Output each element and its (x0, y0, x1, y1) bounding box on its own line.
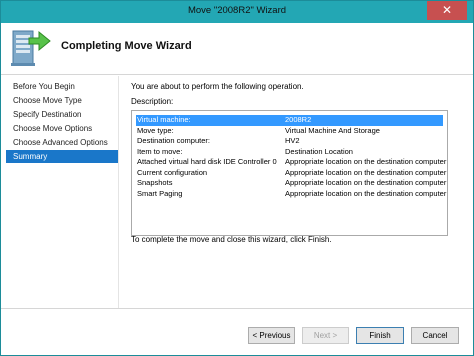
row-key: Item to move: (137, 146, 183, 156)
description-row[interactable]: Smart Paging Appropriate location on the… (136, 188, 447, 200)
step-before-you-begin[interactable]: Before You Begin (6, 80, 118, 93)
steps-nav: Before You Begin Choose Move Type Specif… (1, 76, 118, 308)
description-row[interactable]: Current configuration Appropriate locati… (136, 167, 447, 179)
wizard-header: Completing Move Wizard (1, 23, 473, 75)
description-label: Description: (131, 97, 174, 106)
row-value: Appropriate location on the destination … (285, 157, 447, 166)
description-row[interactable]: Snapshots Appropriate location on the de… (136, 178, 447, 189)
step-choose-move-options[interactable]: Choose Move Options (6, 122, 118, 135)
step-summary[interactable]: Summary (6, 150, 118, 163)
row-key: Move type: (137, 125, 174, 135)
page-heading: Completing Move Wizard (61, 40, 192, 52)
description-box[interactable]: Virtual machine: 2008R2 Move type: Virtu… (131, 110, 448, 236)
step-choose-advanced-options[interactable]: Choose Advanced Options (6, 136, 118, 149)
description-row[interactable]: Destination computer: HV2 (136, 136, 443, 147)
title-bar[interactable]: Move "2008R2" Wizard ✕ (1, 1, 473, 23)
row-value: Appropriate location on the destination … (285, 167, 447, 177)
row-value: Appropriate location on the destination … (285, 178, 447, 187)
summary-content: You are about to perform the following o… (118, 76, 473, 308)
window-title: Move "2008R2" Wizard (187, 5, 287, 16)
previous-button[interactable]: < Previous (248, 327, 295, 344)
description-row[interactable]: Item to move: Destination Location (136, 147, 443, 158)
finish-button[interactable]: Finish (356, 327, 404, 344)
description-row[interactable]: Attached virtual hard disk IDE Controlle… (136, 157, 447, 168)
row-value: Appropriate location on the destination … (285, 188, 447, 198)
row-key: Attached virtual hard disk IDE Controlle… (137, 157, 277, 166)
description-row[interactable]: Move type: Virtual Machine And Storage (136, 126, 443, 137)
finish-instruction: To complete the move and close this wiza… (131, 235, 332, 244)
step-choose-move-type[interactable]: Choose Move Type (6, 94, 118, 107)
next-button[interactable]: Next > (302, 327, 349, 344)
wizard-window: Move "2008R2" Wizard ✕ Completing Move W… (0, 0, 474, 356)
row-key: Current configuration (137, 167, 208, 177)
row-key: Destination computer: (137, 136, 210, 145)
row-key: Snapshots (137, 178, 173, 187)
button-bar: < Previous Next > Finish Cancel (1, 308, 473, 355)
server-move-icon (11, 30, 51, 66)
intro-text: You are about to perform the following o… (131, 82, 304, 91)
step-specify-destination[interactable]: Specify Destination (6, 108, 118, 121)
row-value: Virtual Machine And Storage (285, 125, 380, 135)
row-value: 2008R2 (285, 115, 312, 124)
cancel-button[interactable]: Cancel (411, 327, 459, 344)
row-key: Virtual machine: (137, 115, 191, 124)
row-key: Smart Paging (137, 188, 183, 198)
row-value: Destination Location (285, 146, 353, 156)
row-value: HV2 (285, 136, 300, 145)
close-button[interactable]: ✕ (427, 1, 467, 20)
description-row[interactable]: Virtual machine: 2008R2 (136, 115, 443, 126)
close-icon: ✕ (441, 3, 453, 17)
